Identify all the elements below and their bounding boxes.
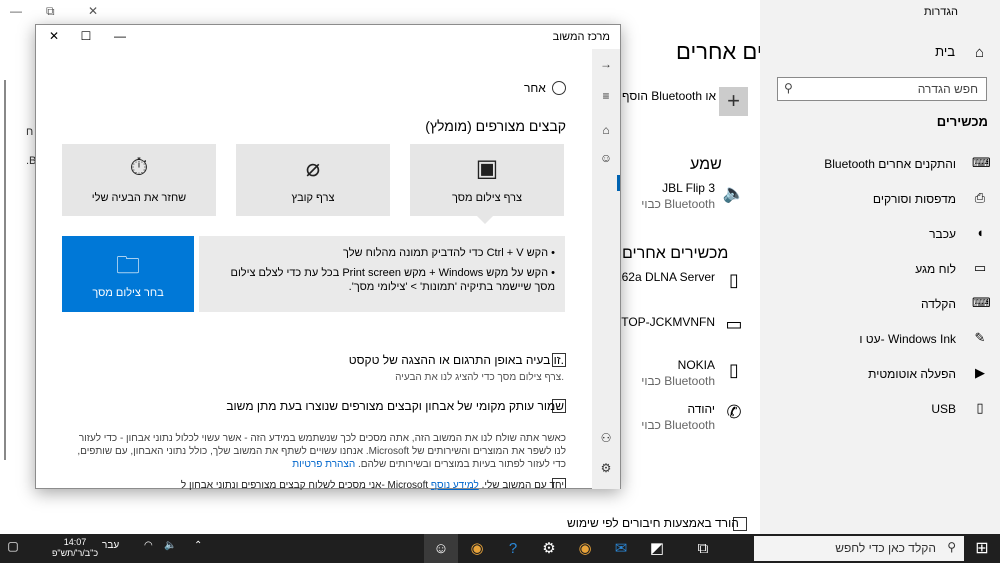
tile-pointer: [477, 216, 493, 224]
speaker-icon: 🔈: [722, 183, 746, 203]
phone-icon: ▯: [729, 360, 739, 380]
printer-icon: ⎙: [974, 190, 986, 205]
nav-item-usb[interactable]: ▯ USB: [770, 399, 990, 421]
screenshot-icon: ▣: [475, 155, 499, 182]
learn-more-link[interactable]: למידע נוסף: [431, 480, 479, 491]
settings-gear-icon[interactable]: ⚙: [532, 534, 566, 563]
consent-label: אני מסכים לשלוח קבצים מצורפים ונתוני אבח…: [180, 480, 564, 491]
background-window-text: ח: [26, 126, 34, 138]
stopwatch-icon: ⏱: [129, 154, 149, 181]
folder-icon: 🗀: [116, 252, 140, 279]
nav-item-bluetooth[interactable]: ⌨ Bluetooth והתקנים אחרים: [770, 154, 991, 176]
recreate-problem-button[interactable]: ⏱ שחזר את הבעיה שלי: [62, 144, 216, 216]
add-device-label[interactable]: הוסף Bluetooth או: [622, 89, 716, 103]
nav-item-autoplay[interactable]: ▶ הפעלה אוטומטית: [770, 364, 990, 386]
search-icon: ⚲: [784, 81, 793, 95]
window-title: מרכז המשוב: [552, 31, 610, 43]
other-radio[interactable]: [552, 81, 566, 95]
taskbar-search-input[interactable]: הקלד כאן כדי לחפש ⚲: [754, 536, 964, 561]
feedback-nav-rail: → ≡ ⌂ ☺ ⚇ ⚙: [592, 49, 620, 489]
settings-search-input[interactable]: חפש הגדרה ⚲: [777, 77, 987, 101]
mouse-icon: ◖: [976, 225, 984, 240]
keyboard-icon: ⌨: [972, 295, 991, 310]
screenshot-tips-panel: • הקש Ctrl + V כדי להדביק תמונה מהלוח של…: [199, 236, 565, 312]
notification-icon[interactable]: ▢: [2, 539, 24, 553]
close-icon[interactable]: ✕: [44, 29, 64, 45]
nav-item-typing[interactable]: ⌨ הקלדה: [770, 294, 991, 316]
device-item[interactable]: יהודה כבוי Bluetooth: [641, 402, 715, 432]
attachments-heading: קבצים מצורפים (מומלץ): [425, 118, 566, 134]
tip-print-screen: • הקש על מקש Windows + מקש Print screen …: [230, 267, 555, 293]
background-restore-icon[interactable]: ⧉: [46, 4, 55, 19]
privacy-statement-link[interactable]: הצהרת פרטיות: [292, 459, 355, 470]
settings-gear-icon[interactable]: ⚙: [596, 461, 616, 475]
chrome-icon[interactable]: ◉: [568, 534, 602, 563]
volume-icon[interactable]: 🔈: [164, 540, 176, 551]
attach-file-button[interactable]: ⌀ צרף קובץ: [236, 144, 390, 216]
wifi-icon[interactable]: ◠: [144, 540, 153, 551]
hamburger-menu-icon[interactable]: ≡: [596, 89, 616, 103]
save-local-copy-label: שמור עותק מקומי של אבחון וקבצים מצורפים …: [226, 399, 564, 413]
device-item[interactable]: 1262a DLNA Server: [608, 270, 715, 284]
devices-section-title: מכשירים: [936, 114, 988, 129]
translation-issue-label: זו בעיה באופן התרגום או ההצגה של טקסט.: [348, 353, 564, 367]
feedback-icon[interactable]: ☺: [596, 151, 616, 165]
paperclip-icon: ⌀: [305, 155, 321, 182]
mail-icon[interactable]: ✉: [604, 534, 638, 563]
settings-title: הגדרות: [923, 6, 958, 18]
account-icon[interactable]: ⚇: [596, 431, 616, 445]
chrome-weather-icon[interactable]: ◉: [460, 534, 494, 563]
attach-screenshot-button[interactable]: ▣ צרף צילום מסך: [410, 144, 564, 216]
home-icon[interactable]: ⌂: [596, 123, 616, 137]
nav-home[interactable]: בית: [935, 44, 955, 59]
device-item[interactable]: APTOP-JCKMVNFN: [605, 315, 715, 329]
home-icon[interactable]: ⌂: [975, 44, 984, 61]
chevron-up-icon[interactable]: ⌃: [194, 540, 202, 551]
bluetooth-devices-icon: ⌨: [972, 155, 991, 170]
task-view-icon[interactable]: ⧉: [686, 534, 720, 563]
media-server-icon: ▯: [729, 270, 739, 290]
maximize-icon[interactable]: ☐: [76, 29, 96, 45]
tip-paste: • הקש Ctrl + V כדי להדביק תמונה מהלוח של…: [343, 247, 555, 259]
taskbar: ⊞ הקלד כאן כדי לחפש ⚲ ⧉ ◩ ✉ ◉ ⚙ ? ◉ ☺ ⌃ …: [0, 534, 1000, 563]
help-icon[interactable]: ?: [496, 534, 530, 563]
search-icon: ⚲: [947, 540, 956, 554]
metered-download-label: הורד באמצעות חיבורים לפי שימוש: [567, 516, 739, 530]
feedback-hub-window: מרכז המשוב ✕ ☐ — → ≡ ⌂ ☺ ⚇ ⚙ אחר קבצים מ…: [35, 24, 621, 491]
other-radio-label: אחר: [524, 81, 546, 95]
device-item[interactable]: JBL Flip 3 כבוי Bluetooth: [641, 181, 715, 211]
device-item[interactable]: NOKIA כבוי Bluetooth: [641, 358, 715, 388]
pen-icon: ✎: [974, 330, 986, 345]
add-device-button[interactable]: +: [719, 87, 748, 116]
background-minimize-icon[interactable]: —: [10, 4, 22, 18]
nav-item-printers[interactable]: ⎙ מדפסות וסורקים: [770, 189, 990, 211]
windows-start-icon[interactable]: ⊞: [964, 534, 1000, 563]
choose-screenshot-button[interactable]: 🗀 בחר צילום מסך: [62, 236, 194, 312]
background-window-edge: [4, 80, 6, 460]
minimize-icon[interactable]: —: [110, 29, 130, 45]
other-devices-heading: מכשירים אחרים: [622, 245, 729, 262]
store-icon[interactable]: ◩: [640, 534, 674, 563]
privacy-notice: כאשר אתה שולח לנו את המשוב הזה, אתה מסכי…: [77, 433, 566, 470]
nav-item-touchpad[interactable]: ▭ לוח מגע: [770, 259, 990, 281]
feedback-hub-icon[interactable]: ☺: [424, 534, 458, 563]
background-close-icon[interactable]: ✕: [88, 4, 98, 18]
clock[interactable]: 14:07 כ"ב/ר'/תש"פ: [40, 537, 110, 559]
usb-icon: ▯: [976, 400, 984, 415]
laptop-icon: ▭: [725, 314, 743, 334]
touchpad-icon: ▭: [973, 260, 987, 275]
active-indicator: [617, 175, 620, 191]
autoplay-icon: ▶: [975, 365, 985, 380]
translation-issue-hint: צרף צילום מסך כדי להציג לנו את הבעיה.: [395, 372, 564, 383]
audio-section-heading: שמע: [690, 156, 722, 173]
handset-icon: ✆: [726, 402, 742, 422]
nav-item-mouse[interactable]: ◖ עכבר: [770, 224, 990, 246]
nav-item-pen[interactable]: ✎ עט ו- Windows Ink: [770, 329, 990, 351]
back-arrow-icon[interactable]: →: [596, 57, 616, 71]
